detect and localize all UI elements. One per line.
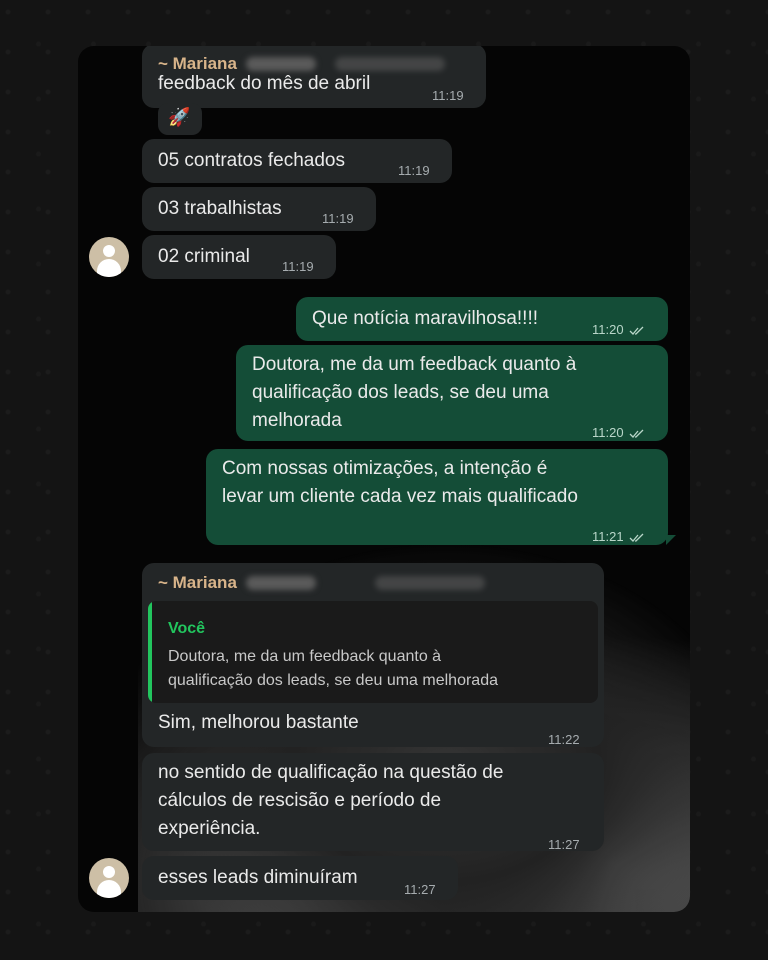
message-text: 03 trabalhistas (158, 198, 282, 219)
message-bubble-incoming[interactable]: 03 trabalhistas 11:19 (142, 187, 376, 231)
message-bubble-incoming[interactable]: 02 criminal 11:19 (142, 235, 336, 279)
message-bubble-incoming[interactable]: no sentido de qualificação na questão de… (142, 753, 604, 852)
rocket-icon: 🚀 (168, 107, 191, 127)
message-text-line: cálculos de rescisão e período de (158, 790, 442, 811)
double-check-icon (629, 533, 644, 542)
message-bubble-outgoing[interactable]: Com nossas otimizações, a intenção é lev… (206, 449, 668, 545)
quote-text-line: Doutora, me da um feedback quanto à (168, 648, 442, 665)
redacted-phone (335, 56, 446, 71)
message-text-line: Com nossas otimizações, a intenção é (222, 458, 548, 479)
message-time: 11:22 (548, 732, 580, 747)
quote-text-line: qualificação dos leads, se deu uma melho… (168, 672, 498, 689)
message-bubble-incoming[interactable]: ~ Mariana feedback do mês de abril 11:19 (142, 46, 486, 108)
message-bubble-outgoing[interactable]: Que notícia maravilhosa!!!! 11:20 (296, 297, 668, 341)
bubble-tail (666, 535, 676, 545)
message-bubble-incoming[interactable]: 05 contratos fechados 11:19 (142, 139, 452, 183)
quote-accent-bar (148, 601, 152, 703)
quote-text: Doutora, me da um feedback quanto à qual… (168, 645, 588, 693)
message-text-line: no sentido de qualificação na questão de (158, 762, 504, 783)
message-text: 05 contratos fechados (158, 150, 345, 171)
message-time: 11:19 (432, 88, 464, 103)
sender-name[interactable]: ~ Mariana (158, 573, 237, 592)
double-check-icon (629, 326, 644, 335)
message-time: 11:19 (322, 211, 354, 226)
redacted-phone (375, 575, 486, 590)
message-text-line: experiência. (158, 818, 261, 839)
sticker-bubble[interactable]: 🚀 (158, 103, 202, 135)
message-text-line: melhorada (252, 410, 342, 431)
message-time: 11:19 (282, 259, 314, 274)
message-time: 11:27 (404, 882, 436, 897)
redacted-surname (246, 575, 317, 590)
message-time: 11:27 (548, 837, 580, 852)
chat-panel: ~ Mariana feedback do mês de abril 11:19… (78, 46, 690, 912)
message-time: 11:19 (398, 163, 430, 178)
default-avatar-icon[interactable] (89, 858, 129, 898)
message-time: 11:20 (592, 425, 624, 440)
quoted-message[interactable]: Você Doutora, me da um feedback quanto à… (148, 601, 598, 703)
message-text: Sim, melhorou bastante (158, 712, 359, 733)
message-bubble-outgoing[interactable]: Doutora, me da um feedback quanto à qual… (236, 345, 668, 441)
message-text: 02 criminal (158, 246, 250, 267)
double-check-icon (629, 429, 644, 438)
message-text-line: Doutora, me da um feedback quanto à (252, 354, 577, 375)
message-text-line: levar um cliente cada vez mais qualifica… (222, 486, 578, 507)
message-text: Que notícia maravilhosa!!!! (312, 308, 538, 329)
quote-author: Você (168, 620, 206, 637)
message-text: esses leads diminuíram (158, 867, 358, 888)
message-bubble-incoming[interactable]: esses leads diminuíram 11:27 (142, 856, 458, 900)
message-time: 11:21 (592, 529, 624, 544)
message-bubble-incoming[interactable]: ~ Mariana Você Doutora, me da um feedbac… (142, 563, 604, 747)
message-text: feedback do mês de abril (158, 73, 371, 94)
message-time: 11:20 (592, 322, 624, 337)
default-avatar-icon[interactable] (89, 237, 129, 277)
redacted-surname (246, 56, 317, 71)
message-text-line: qualificação dos leads, se deu uma (252, 382, 549, 403)
